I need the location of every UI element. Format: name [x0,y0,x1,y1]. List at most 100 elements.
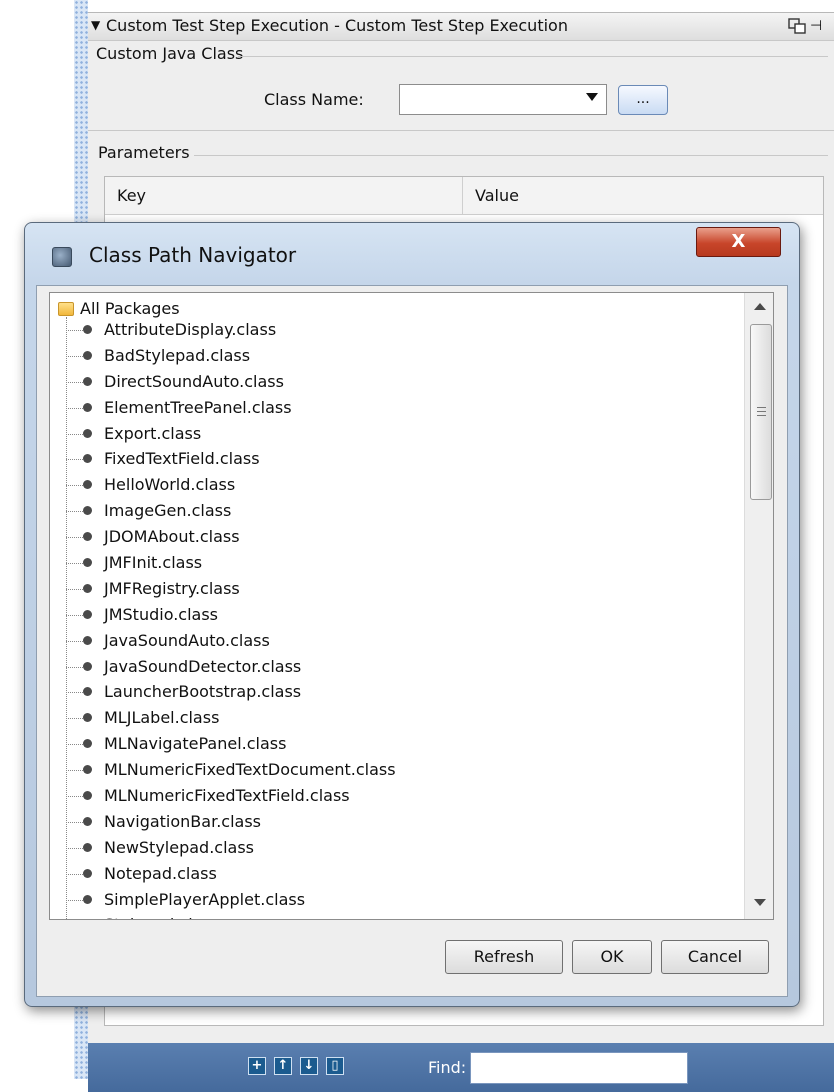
folder-icon [58,302,74,316]
column-header-key[interactable]: Key [105,177,463,215]
tree-root[interactable]: All Packages [58,299,180,318]
browse-button[interactable]: ... [618,85,668,115]
tree-item[interactable]: JavaSoundDetector.class [66,654,396,680]
class-leaf-icon [83,765,92,775]
tree-item[interactable]: NavigationBar.class [66,809,396,835]
tree-item[interactable]: BadStylepad.class [66,343,396,369]
vertical-scrollbar[interactable] [744,293,773,919]
dialog-title: Class Path Navigator [89,243,297,267]
table-toolbar: + ↑ ↓ ▯ Find: [88,1043,834,1092]
tree-connector [66,796,83,798]
parameters-label: Parameters [98,143,190,162]
arrow-down-icon[interactable]: ↓ [300,1057,318,1075]
custom-java-class-label: Custom Java Class [96,44,244,63]
tree-item[interactable]: LauncherBootstrap.class [66,679,396,705]
tree-item[interactable]: ElementTreePanel.class [66,395,396,421]
tree-connector [66,485,83,487]
tree-item[interactable]: NewStylepad.class [66,835,396,861]
tree-item[interactable]: MLNumericFixedTextField.class [66,783,396,809]
tree-connector [66,899,83,901]
class-path-navigator-dialog: Class Path Navigator X All Packages Attr… [24,222,800,1007]
scroll-down-icon[interactable] [754,899,766,906]
tree-item-label: MLJLabel.class [104,708,220,728]
trash-icon[interactable]: ▯ [326,1057,344,1075]
tree-connector [66,666,83,668]
panel-header: ▼ Custom Test Step Execution - Custom Te… [88,13,834,41]
class-tree[interactable]: All Packages AttributeDisplay.class BadSt… [49,292,774,920]
tree-item[interactable]: ImageGen.class [66,498,396,524]
tree-connector [66,381,83,383]
tree-connector [66,588,83,590]
class-leaf-icon [83,350,92,360]
arrow-up-icon[interactable]: ↑ [274,1057,292,1075]
collapse-icon[interactable]: ▼ [91,18,100,32]
tree-connector [66,640,83,642]
find-input[interactable] [470,1052,688,1084]
tree-item[interactable]: JMFInit.class [66,550,396,576]
class-leaf-icon [83,532,92,542]
class-leaf-icon [83,635,92,645]
tree-item[interactable]: MLNumericFixedTextDocument.class [66,757,396,783]
class-leaf-icon [83,428,92,438]
tree-item[interactable]: Export.class [66,421,396,447]
class-leaf-icon [83,609,92,619]
tree-item[interactable]: MLJLabel.class [66,705,396,731]
tree-connector [66,330,83,331]
tree-item[interactable]: SimplePlayerApplet.class [66,887,396,913]
tree-item-label: SimplePlayerApplet.class [104,889,306,909]
tree-item[interactable]: MLNavigatePanel.class [66,731,396,757]
tree-item[interactable]: JMStudio.class [66,602,396,628]
tree-item[interactable]: Notepad.class [66,861,396,887]
tree-item[interactable]: FixedTextField.class [66,446,396,472]
class-leaf-icon [83,558,92,568]
float-window-icon[interactable] [788,18,806,34]
tree-connector [66,563,83,565]
tree-item-label: ImageGen.class [104,501,232,521]
scroll-thumb[interactable] [750,324,772,500]
tree-item-label: Stylepad.class [104,915,219,919]
tree-item-label: JMFRegistry.class [104,578,240,598]
tree-item[interactable]: JDOMAbout.class [66,524,396,550]
chevron-down-icon[interactable] [586,93,598,101]
class-leaf-icon [83,894,92,904]
class-leaf-icon [83,480,92,490]
tree-connector [66,873,83,875]
ok-button[interactable]: OK [572,940,652,974]
section-separator [88,130,834,131]
tree-connector [66,692,83,694]
tree-item-label: MLNumericFixedTextDocument.class [104,760,396,780]
class-leaf-icon [83,402,92,412]
tree-item-label: ElementTreePanel.class [104,397,292,417]
tree-item-label: DirectSoundAuto.class [104,371,284,391]
grip-icon [757,407,766,416]
find-label: Find: [428,1058,467,1077]
add-icon[interactable]: + [248,1057,266,1075]
tree-connector [66,847,83,849]
tree-item[interactable]: JavaSoundAuto.class [66,628,396,654]
class-leaf-icon [83,713,92,723]
tree-item[interactable]: DirectSoundAuto.class [66,369,396,395]
close-button[interactable]: X [696,227,781,257]
column-header-value[interactable]: Value [463,177,823,215]
tree-item[interactable]: Stylepad.class [66,912,396,919]
tree-item[interactable]: HelloWorld.class [66,472,396,498]
tree-item-label: BadStylepad.class [104,345,251,365]
tree-item-label: LauncherBootstrap.class [104,682,302,702]
tree-connector [66,821,83,823]
tree-connector [66,718,83,720]
class-leaf-icon [83,687,92,697]
pin-icon[interactable]: ⊣ [810,18,822,34]
class-leaf-icon [83,506,92,516]
refresh-button[interactable]: Refresh [445,940,563,974]
scroll-up-icon[interactable] [754,303,766,310]
class-name-combo[interactable] [399,84,607,115]
tree-connector [66,459,83,461]
class-leaf-icon [83,661,92,671]
tree-connector [66,537,83,539]
group-divider [238,56,828,57]
tree-item[interactable]: AttributeDisplay.class [66,317,396,343]
class-leaf-icon [83,842,92,852]
tree-item[interactable]: JMFRegistry.class [66,576,396,602]
tree-connector [66,433,83,435]
cancel-button[interactable]: Cancel [661,940,769,974]
